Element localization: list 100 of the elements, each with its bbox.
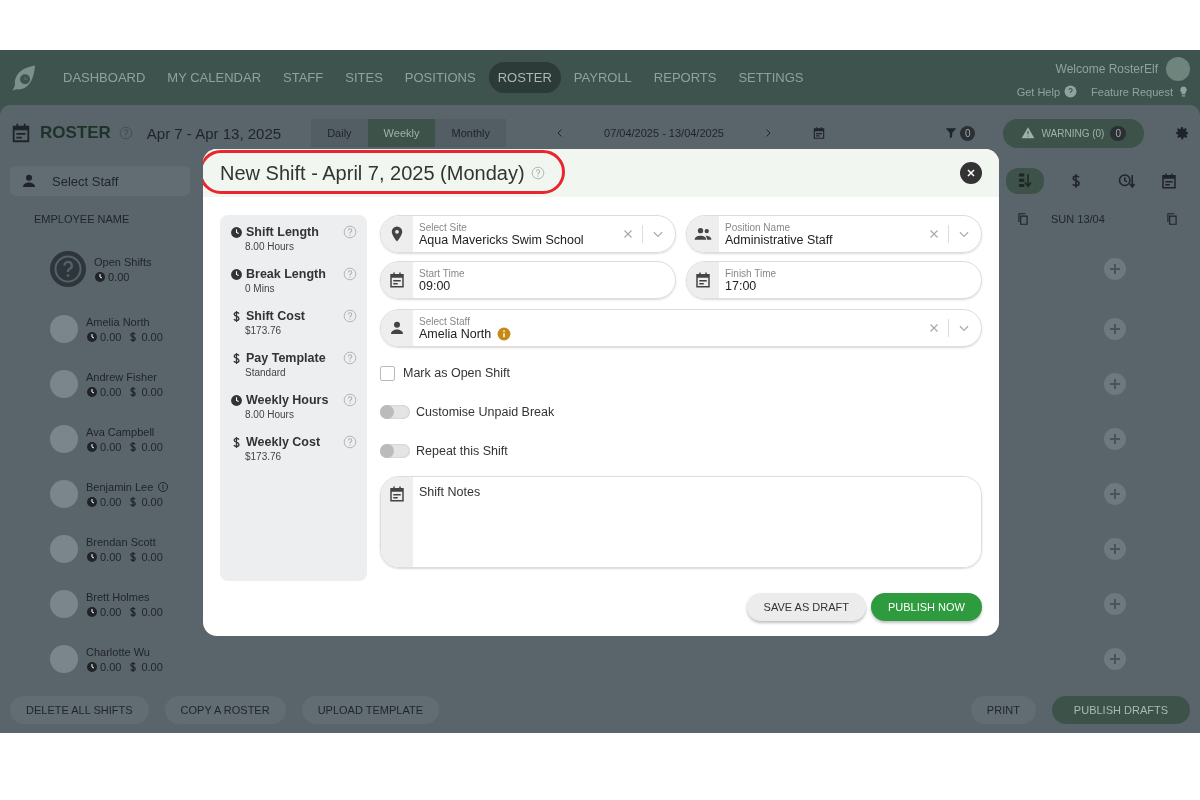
employee-name[interactable]: Brett Holmes: [86, 590, 150, 603]
filter-icon: [943, 126, 958, 140]
footer-button[interactable]: DELETE ALL SHIFTS: [10, 696, 149, 724]
hours-value: 0.00: [100, 385, 122, 398]
footer-button[interactable]: UPLOAD TEMPLATE: [301, 696, 439, 724]
hours-value: 0.00: [100, 440, 122, 453]
clock-icon: [86, 550, 98, 563]
help-icon: [530, 166, 545, 180]
nav-tab[interactable]: SITES: [336, 62, 392, 93]
staff-filter[interactable]: Select Staff: [10, 166, 190, 196]
lightbulb-icon: [1177, 85, 1190, 98]
copy-icon: [1165, 212, 1179, 226]
toggle-switch[interactable]: [380, 444, 410, 458]
dollar-icon: [230, 435, 243, 449]
nav-tab[interactable]: SETTINGS: [729, 62, 813, 93]
avatar: [50, 480, 78, 508]
checkbox[interactable]: [380, 365, 395, 381]
summary-value: $173.76: [244, 451, 283, 462]
footer-button[interactable]: COPY A ROSTER: [164, 696, 286, 724]
avatar: [50, 590, 78, 618]
cost-value: 0.00: [141, 385, 163, 398]
publish-button[interactable]: PUBLISH NOW: [871, 593, 982, 621]
sort-time-icon: [1118, 172, 1136, 190]
help-circle-icon: [1064, 85, 1078, 98]
help-icon: [343, 267, 357, 281]
avatar[interactable]: [1166, 57, 1190, 81]
help-icon: [343, 309, 357, 323]
sort-button[interactable]: [1006, 168, 1044, 194]
pay-change-icon: [157, 480, 170, 493]
summary-label: Weekly Hours: [246, 393, 330, 407]
clock-icon: [94, 270, 106, 283]
checkbox-label: Mark as Open Shift: [403, 366, 510, 380]
hours-value: 0.00: [100, 550, 122, 563]
date-picker-icon: [811, 126, 826, 140]
add-shift-icon: [1103, 592, 1127, 616]
add-shift-icon: [1103, 257, 1127, 281]
notes-field[interactable]: Shift Notes: [380, 476, 982, 568]
draft-button[interactable]: SAVE AS DRAFT: [746, 593, 866, 621]
toggle-switch[interactable]: [380, 405, 410, 419]
view-tab[interactable]: Weekly: [367, 119, 436, 147]
view-tab[interactable]: Monthly: [435, 119, 506, 147]
add-shift-icon: [1103, 647, 1127, 671]
nav-tab[interactable]: STAFF: [274, 62, 333, 93]
cost-value: 0.00: [141, 495, 163, 508]
employee-name[interactable]: Andrew Fisher: [86, 370, 157, 383]
sort-alpha-icon: [1016, 172, 1034, 190]
clock-icon: [86, 660, 98, 673]
summary-label: Weekly Cost: [246, 435, 322, 449]
employee-name[interactable]: Brendan Scott: [86, 535, 156, 548]
header-link[interactable]: Get Help: [1016, 85, 1078, 98]
person-icon: [388, 319, 406, 337]
person-icon: [20, 172, 38, 190]
roster-calendar-icon: [10, 122, 32, 144]
hours-value: 0.00: [100, 605, 122, 618]
employee-name[interactable]: Ava Campbell: [86, 425, 155, 438]
nav-tab[interactable]: REPORTS: [644, 62, 726, 93]
warning-icon: [1021, 126, 1036, 140]
cost-value: 0.00: [141, 605, 163, 618]
summary-label: Shift Cost: [246, 309, 307, 323]
hours-value: 0.00: [100, 660, 122, 673]
cost-value: 0.00: [141, 660, 163, 673]
footer-button[interactable]: PRINT: [970, 696, 1036, 724]
modal-title: New Shift - April 7, 2025 (Monday): [220, 161, 525, 185]
help-icon: [343, 393, 357, 407]
clear-icon: [928, 228, 940, 240]
nav-tab[interactable]: POSITIONS: [395, 62, 485, 93]
add-shift-icon: [1103, 317, 1127, 341]
notes-icon: [388, 485, 406, 503]
nav-tab[interactable]: ROSTER: [488, 62, 561, 93]
employee-name[interactable]: Charlotte Wu: [86, 645, 150, 658]
clock-icon: [230, 267, 243, 281]
clock-icon: [86, 440, 98, 453]
summary-label: Shift Length: [246, 225, 320, 239]
period-text: 07/04/2025 - 13/04/2025: [603, 127, 725, 139]
warning-button[interactable]: WARNING (0) 0: [1003, 118, 1144, 148]
avatar: [50, 370, 78, 398]
nav-tab[interactable]: DASHBOARD: [54, 62, 155, 93]
help-icon: [343, 225, 357, 239]
avatar: [50, 535, 78, 563]
calendar-icon: [388, 271, 406, 289]
page-title: ROSTER: [40, 123, 111, 143]
info-icon: [497, 326, 512, 341]
cost-value: 0.00: [141, 440, 163, 453]
add-shift-icon: [1103, 482, 1127, 506]
employee-name[interactable]: Open Shifts: [94, 255, 152, 268]
add-shift-icon: [1103, 537, 1127, 561]
view-tab[interactable]: Daily: [311, 119, 368, 147]
close-button[interactable]: [960, 162, 982, 184]
nav-tab[interactable]: MY CALENDAR: [158, 62, 271, 93]
footer-button[interactable]: PUBLISH DRAFTS: [1051, 696, 1190, 724]
hours-value: 0.00: [108, 270, 130, 283]
column-header: SUN 13/04: [1051, 213, 1105, 225]
clock-icon: [86, 385, 98, 398]
employee-name[interactable]: Amelia North: [86, 315, 150, 328]
nav-tab[interactable]: PAYROLL: [564, 62, 641, 93]
filter-count: 0: [959, 125, 976, 141]
employee-name[interactable]: Benjamin Lee: [86, 480, 154, 493]
clear-icon: [622, 228, 634, 240]
welcome-text: Welcome RosterElf: [1055, 62, 1158, 76]
header-link[interactable]: Feature Request: [1091, 85, 1190, 98]
